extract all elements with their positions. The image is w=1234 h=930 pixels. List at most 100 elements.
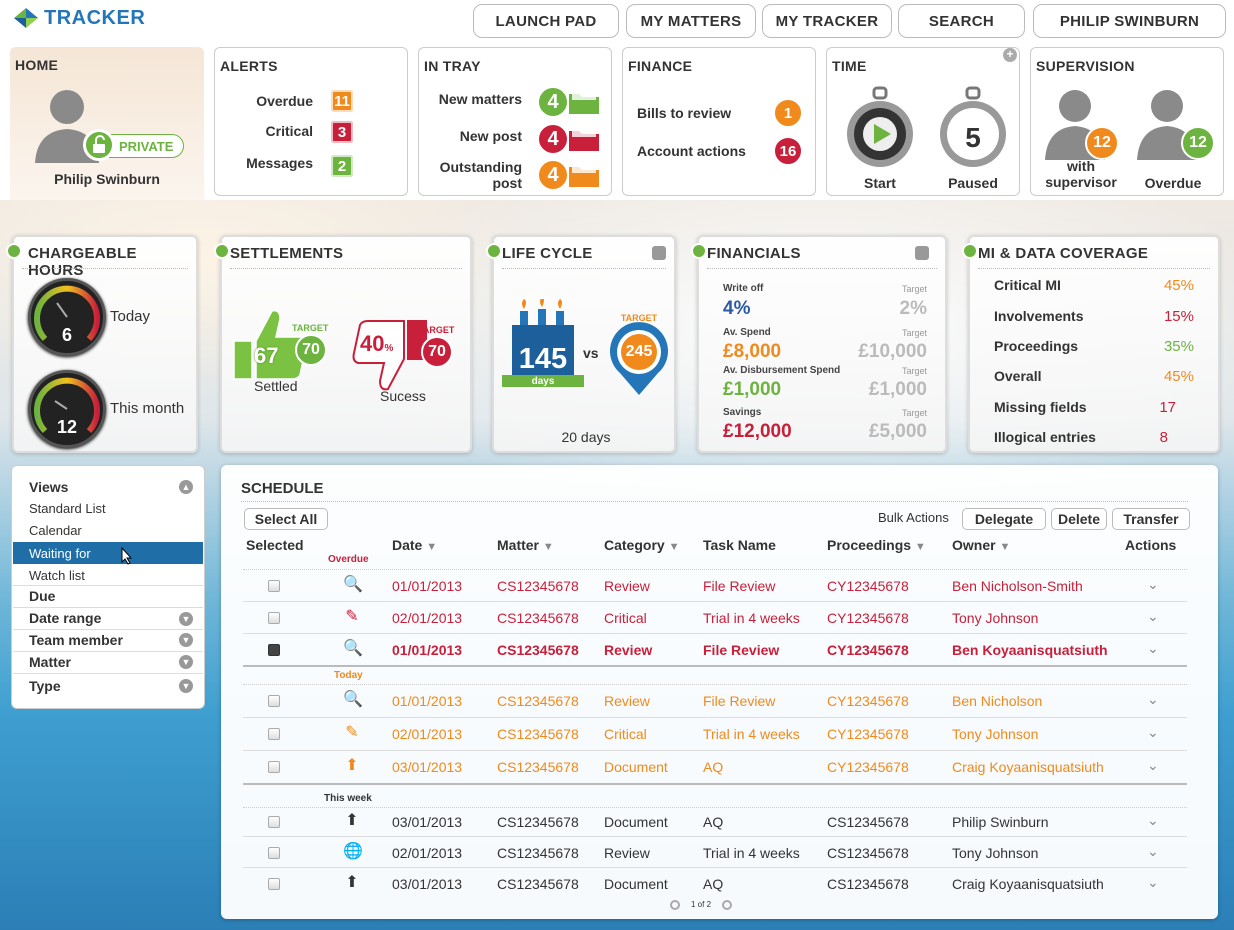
view-calendar[interactable]: Calendar <box>29 523 82 538</box>
table-row[interactable]: 🌐 02/01/2013 CS12345678 Review Trial in 4 we… <box>243 837 1187 869</box>
cell-matter[interactable]: CS12345678 <box>497 814 579 830</box>
cell-matter[interactable]: CS12345678 <box>497 876 579 892</box>
view-watch-list[interactable]: Watch list <box>29 568 85 583</box>
row-checkbox[interactable] <box>268 644 280 656</box>
cell-matter[interactable]: CS12345678 <box>497 610 579 626</box>
alert-messages-label[interactable]: Messages <box>246 155 313 171</box>
table-row[interactable]: ✎ 02/01/2013 CS12345678 Critical Trial in 4 … <box>243 718 1187 750</box>
settings-icon[interactable] <box>915 246 929 260</box>
select-all-button[interactable]: Select All <box>244 508 328 530</box>
intray-new-matters-count[interactable]: 4 <box>537 86 569 118</box>
finance-bills-count[interactable]: 1 <box>773 98 803 128</box>
finance-account-actions-label[interactable]: Account actions <box>637 143 746 159</box>
row-actions-chevron-icon[interactable]: ⌄ <box>1147 812 1159 829</box>
nav-my-tracker[interactable]: MY TRACKER <box>762 4 892 38</box>
time-paused-label[interactable]: Paused <box>936 175 1010 191</box>
finance-account-actions-count[interactable]: 16 <box>773 136 803 166</box>
cell-matter[interactable]: CS12345678 <box>497 693 579 709</box>
add-icon[interactable]: + <box>1003 48 1017 62</box>
intray-outstanding-post-label[interactable]: Outstanding post <box>422 159 522 191</box>
chevron-down-icon[interactable]: ▼ <box>543 541 554 553</box>
table-row[interactable]: ⬆ 03/01/2013 CS12345678 Document AQ CS1234567… <box>243 806 1187 838</box>
alert-overdue-count[interactable]: 11 <box>331 90 353 112</box>
row-checkbox[interactable] <box>268 612 280 624</box>
finance-bills-label[interactable]: Bills to review <box>637 105 731 121</box>
column-header-matter[interactable]: Matter ▼ <box>497 537 554 553</box>
cell-matter[interactable]: CS12345678 <box>497 726 579 742</box>
row-actions-chevron-icon[interactable]: ⌄ <box>1147 640 1159 657</box>
pager-prev-icon[interactable] <box>670 900 680 910</box>
settings-icon[interactable] <box>652 246 666 260</box>
filter-matter[interactable]: Matter <box>29 654 71 670</box>
alert-overdue-label[interactable]: Overdue <box>256 93 313 109</box>
chevron-down-icon[interactable]: ▼ <box>179 612 193 626</box>
row-checkbox[interactable] <box>268 847 280 859</box>
row-checkbox[interactable] <box>268 580 280 592</box>
table-row[interactable]: 🔍 01/01/2013 CS12345678 Review File Review CY… <box>243 634 1187 666</box>
time-paused-count[interactable]: 5 <box>936 122 1010 154</box>
row-actions-chevron-icon[interactable]: ⌄ <box>1147 691 1159 708</box>
views-title[interactable]: Views <box>29 479 68 495</box>
chevron-down-icon[interactable]: ▼ <box>915 541 926 553</box>
row-actions-chevron-icon[interactable]: ⌄ <box>1147 757 1159 774</box>
row-actions-chevron-icon[interactable]: ⌄ <box>1147 843 1159 860</box>
row-checkbox[interactable] <box>268 695 280 707</box>
chevron-down-icon[interactable]: ▼ <box>179 655 193 669</box>
lock-icon[interactable] <box>6 243 22 259</box>
filter-team-member[interactable]: Team member <box>29 632 123 648</box>
row-checkbox[interactable] <box>268 878 280 890</box>
row-actions-chevron-icon[interactable]: ⌄ <box>1147 576 1159 593</box>
filter-date-range[interactable]: Date range <box>29 610 101 626</box>
intray-new-post-count[interactable]: 4 <box>537 123 569 155</box>
time-start-label[interactable]: Start <box>843 175 917 191</box>
column-header-category[interactable]: Category ▼ <box>604 537 679 553</box>
row-checkbox[interactable] <box>268 816 280 828</box>
transfer-button[interactable]: Transfer <box>1112 508 1190 530</box>
table-row[interactable]: ⬆ 03/01/2013 CS12345678 Document AQ CY1234567… <box>243 751 1187 783</box>
delegate-button[interactable]: Delegate <box>962 508 1046 530</box>
intray-outstanding-post-count[interactable]: 4 <box>537 159 569 191</box>
column-header-owner[interactable]: Owner ▼ <box>952 537 1010 553</box>
filter-type[interactable]: Type <box>29 678 61 694</box>
play-stopwatch-icon[interactable] <box>843 86 917 170</box>
cell-matter[interactable]: CS12345678 <box>497 845 579 861</box>
chevron-down-icon[interactable]: ▼ <box>426 541 437 553</box>
app-logo[interactable]: TRACKER <box>12 6 145 30</box>
column-header-date[interactable]: Date ▼ <box>392 537 437 553</box>
row-actions-chevron-icon[interactable]: ⌄ <box>1147 608 1159 625</box>
cell-matter[interactable]: CS12345678 <box>497 759 579 775</box>
table-row[interactable]: ⬆ 03/01/2013 CS12345678 Document AQ CS1234567… <box>243 868 1187 900</box>
intray-new-post-label[interactable]: New post <box>460 128 522 144</box>
intray-new-matters-label[interactable]: New matters <box>439 91 522 107</box>
chevron-down-icon[interactable]: ▼ <box>179 633 193 647</box>
chevron-down-icon[interactable]: ▼ <box>999 541 1010 553</box>
lock-icon[interactable] <box>486 243 502 259</box>
row-checkbox[interactable] <box>268 761 280 773</box>
alert-messages-count[interactable]: 2 <box>331 155 353 177</box>
lock-icon[interactable] <box>691 243 707 259</box>
chevron-up-icon[interactable]: ▲ <box>179 480 193 494</box>
row-actions-chevron-icon[interactable]: ⌄ <box>1147 874 1159 891</box>
lock-icon[interactable] <box>214 243 230 259</box>
alert-critical-count[interactable]: 3 <box>331 121 353 143</box>
chevron-down-icon[interactable]: ▼ <box>179 679 193 693</box>
chevron-down-icon[interactable]: ▼ <box>669 541 680 553</box>
delete-button[interactable]: Delete <box>1051 508 1107 530</box>
supervision-overdue-label[interactable]: Overdue <box>1131 175 1215 191</box>
view-waiting-for[interactable]: Waiting for <box>29 546 91 561</box>
nav-user-menu[interactable]: PHILIP SWINBURN <box>1033 4 1226 38</box>
table-row[interactable]: 🔍 01/01/2013 CS12345678 Review File Review CY… <box>243 570 1187 602</box>
filter-due[interactable]: Due <box>29 588 55 604</box>
pager-next-icon[interactable] <box>722 900 732 910</box>
nav-my-matters[interactable]: MY MATTERS <box>626 4 756 38</box>
view-standard-list[interactable]: Standard List <box>29 501 106 516</box>
private-badge[interactable]: PRIVATE <box>83 129 184 161</box>
nav-search[interactable]: SEARCH <box>898 4 1025 38</box>
table-row[interactable]: ✎ 02/01/2013 CS12345678 Critical Trial in 4 … <box>243 602 1187 634</box>
row-actions-chevron-icon[interactable]: ⌄ <box>1147 724 1159 741</box>
supervision-with-count[interactable]: 12 <box>1085 126 1119 160</box>
cell-matter[interactable]: CS12345678 <box>497 642 579 658</box>
lock-icon[interactable] <box>962 243 978 259</box>
supervision-with-label[interactable]: with supervisor <box>1033 158 1129 190</box>
nav-launch-pad[interactable]: LAUNCH PAD <box>473 4 619 38</box>
